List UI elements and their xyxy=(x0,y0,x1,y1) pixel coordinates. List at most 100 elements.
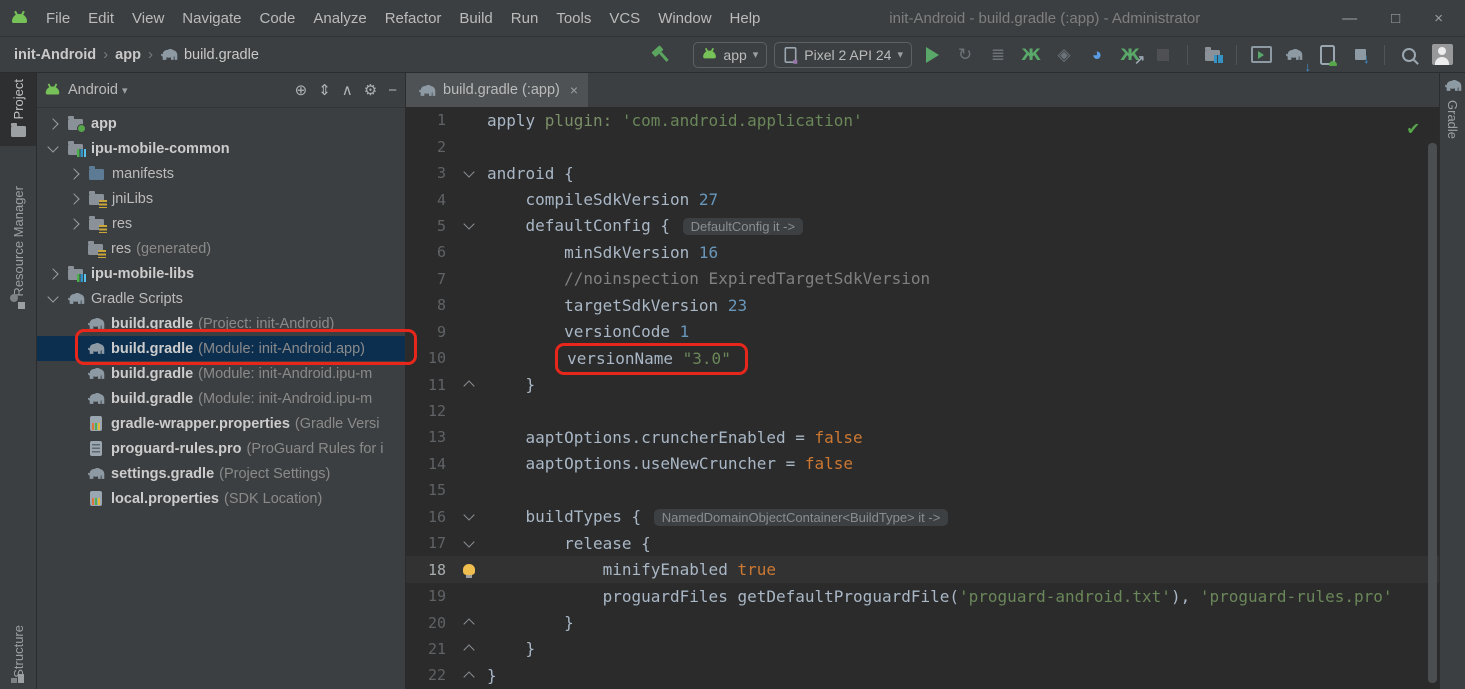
debug-icon[interactable]: Ж xyxy=(1018,42,1044,68)
tree-item-build-gradle[interactable]: build.gradle (Module: init-Android.ipu-m xyxy=(37,361,405,386)
chevron-right-icon[interactable] xyxy=(68,193,79,204)
tree-item-app[interactable]: app xyxy=(37,111,405,136)
tool-stripe-structure[interactable]: Structure xyxy=(0,619,36,689)
menu-view[interactable]: View xyxy=(123,10,173,27)
tree-item-label: res xyxy=(111,241,131,257)
tree-item-ipu-mobile-libs[interactable]: ipu-mobile-libs xyxy=(37,261,405,286)
hide-panel-icon[interactable]: − xyxy=(388,82,397,99)
breadcrumb-item[interactable]: build.gradle xyxy=(184,47,259,63)
close-button[interactable]: × xyxy=(1434,10,1443,27)
apply-code-changes-icon[interactable]: ≣ xyxy=(985,42,1011,68)
search-icon[interactable] xyxy=(1396,42,1422,68)
line-number: 16 xyxy=(406,508,456,526)
code-line: 18 minifyEnabled true xyxy=(406,556,1439,582)
sdk-manager-icon[interactable]: ↓ xyxy=(1347,42,1373,68)
tree-item-build-gradle[interactable]: build.gradle (Module: init-Android.app) xyxy=(37,336,405,361)
run-config-select[interactable]: app ▾ xyxy=(693,42,767,68)
tree-item-suffix: (SDK Location) xyxy=(224,491,322,507)
build-hammer-icon[interactable] xyxy=(647,42,673,68)
tree-item-jnilibs[interactable]: jniLibs xyxy=(37,186,405,211)
fold-marker-icon[interactable] xyxy=(463,671,474,682)
avatar-icon[interactable] xyxy=(1429,42,1455,68)
close-icon[interactable]: × xyxy=(570,82,578,98)
device-select[interactable]: Pixel 2 API 24 ▾ xyxy=(774,42,912,68)
tree-item-label: build.gradle xyxy=(111,391,193,407)
apply-changes-icon[interactable]: ↻ xyxy=(952,42,978,68)
collapse-all-icon[interactable]: ∧ xyxy=(342,81,353,99)
breadcrumb-item[interactable]: app xyxy=(115,47,141,63)
line-number: 2 xyxy=(406,138,456,156)
chevron-right-icon[interactable] xyxy=(68,218,79,229)
tree-item-res[interactable]: res xyxy=(37,211,405,236)
chevron-down-icon[interactable] xyxy=(47,291,58,302)
menu-code[interactable]: Code xyxy=(250,10,304,27)
code-line: 22 } xyxy=(406,662,1439,688)
menu-tools[interactable]: Tools xyxy=(547,10,600,27)
expand-all-icon[interactable]: ⇕ xyxy=(318,81,331,99)
tab-build-gradle-app[interactable]: build.gradle (:app) × xyxy=(406,73,588,107)
code-line: 10 versionName "3.0" xyxy=(406,345,1439,371)
breadcrumb-item[interactable]: init-Android xyxy=(14,47,96,63)
tool-stripe-resource-manager[interactable]: Resource Manager xyxy=(0,180,36,308)
fold-marker-icon[interactable] xyxy=(463,645,474,656)
profiler-icon[interactable]: ◕ xyxy=(1084,42,1110,68)
menu-refactor[interactable]: Refactor xyxy=(376,10,451,27)
code-viewport[interactable]: ✔ 1 apply plugin: 'com.android.applicati… xyxy=(406,107,1439,689)
run-icon[interactable] xyxy=(919,42,945,68)
settings-gear-icon[interactable]: ⚙ xyxy=(364,81,377,99)
code-line: 4 compileSdkVersion 27 xyxy=(406,186,1439,212)
avd-manager-icon[interactable] xyxy=(1314,42,1340,68)
fold-marker-icon[interactable] xyxy=(463,536,474,547)
menu-file[interactable]: File xyxy=(37,10,79,27)
tree-item-build-gradle[interactable]: build.gradle (Project: init-Android) xyxy=(37,311,405,336)
tree-item-gradle-wrapper-properties[interactable]: gradle-wrapper.properties (Gradle Versi xyxy=(37,411,405,436)
minimize-button[interactable]: — xyxy=(1342,10,1357,27)
chevron-right-icon[interactable] xyxy=(47,118,58,129)
gradle-icon xyxy=(87,367,104,380)
menu-build[interactable]: Build xyxy=(450,10,501,27)
fold-marker-icon[interactable] xyxy=(463,166,474,177)
chevron-right-icon[interactable] xyxy=(68,168,79,179)
tree-item-proguard-rules-pro[interactable]: proguard-rules.pro (ProGuard Rules for i xyxy=(37,436,405,461)
tree-item-local-properties[interactable]: local.properties (SDK Location) xyxy=(37,486,405,511)
running-devices-icon[interactable] xyxy=(1248,42,1274,68)
tool-stripe-project[interactable]: Project xyxy=(0,73,36,146)
inlay-hint: DefaultConfig it -> xyxy=(683,218,803,235)
menu-edit[interactable]: Edit xyxy=(79,10,123,27)
tool-stripe-gradle[interactable]: Gradle xyxy=(1440,73,1465,145)
tree-item-ipu-mobile-common[interactable]: ipu-mobile-common xyxy=(37,136,405,161)
stop-icon[interactable] xyxy=(1150,42,1176,68)
line-number: 1 xyxy=(406,111,456,129)
right-tool-stripe: Gradle xyxy=(1439,73,1465,689)
fold-marker-icon[interactable] xyxy=(463,380,474,391)
menu-run[interactable]: Run xyxy=(502,10,548,27)
code-line: 17 release { xyxy=(406,530,1439,556)
profile-debug-apk-icon[interactable]: Ж↗ xyxy=(1117,42,1143,68)
editor-scrollbar[interactable] xyxy=(1428,143,1437,683)
fold-marker-icon[interactable] xyxy=(463,510,474,521)
project-structure-icon[interactable] xyxy=(1199,42,1225,68)
locate-file-icon[interactable]: ⊕ xyxy=(295,81,308,99)
fold-marker-icon[interactable] xyxy=(463,219,474,230)
menu-help[interactable]: Help xyxy=(721,10,770,27)
menu-window[interactable]: Window xyxy=(649,10,720,27)
tree-item-settings-gradle[interactable]: settings.gradle (Project Settings) xyxy=(37,461,405,486)
fold-marker-icon[interactable] xyxy=(463,618,474,629)
tree-item-gradle-scripts[interactable]: Gradle Scripts xyxy=(37,286,405,311)
menu-navigate[interactable]: Navigate xyxy=(173,10,250,27)
tree-item-manifests[interactable]: manifests xyxy=(37,161,405,186)
chevron-down-icon[interactable]: ▾ xyxy=(122,84,128,97)
code-line: 5 defaultConfig { DefaultConfig it -> xyxy=(406,213,1439,239)
chevron-right-icon[interactable] xyxy=(47,268,58,279)
project-view-selector[interactable]: Android xyxy=(68,82,118,98)
menu-vcs[interactable]: VCS xyxy=(600,10,649,27)
inspection-ok-icon[interactable]: ✔ xyxy=(1408,117,1419,139)
tree-item-res[interactable]: res (generated) xyxy=(37,236,405,261)
tree-item-build-gradle[interactable]: build.gradle (Module: init-Android.ipu-m xyxy=(37,386,405,411)
gradle-sync-icon[interactable]: ↓ xyxy=(1281,42,1307,68)
menu-analyze[interactable]: Analyze xyxy=(304,10,375,27)
maximize-button[interactable]: □ xyxy=(1391,10,1400,27)
intention-bulb-icon[interactable] xyxy=(463,564,475,575)
chevron-down-icon[interactable] xyxy=(47,141,58,152)
attach-debugger-icon[interactable]: ◈ xyxy=(1051,42,1077,68)
